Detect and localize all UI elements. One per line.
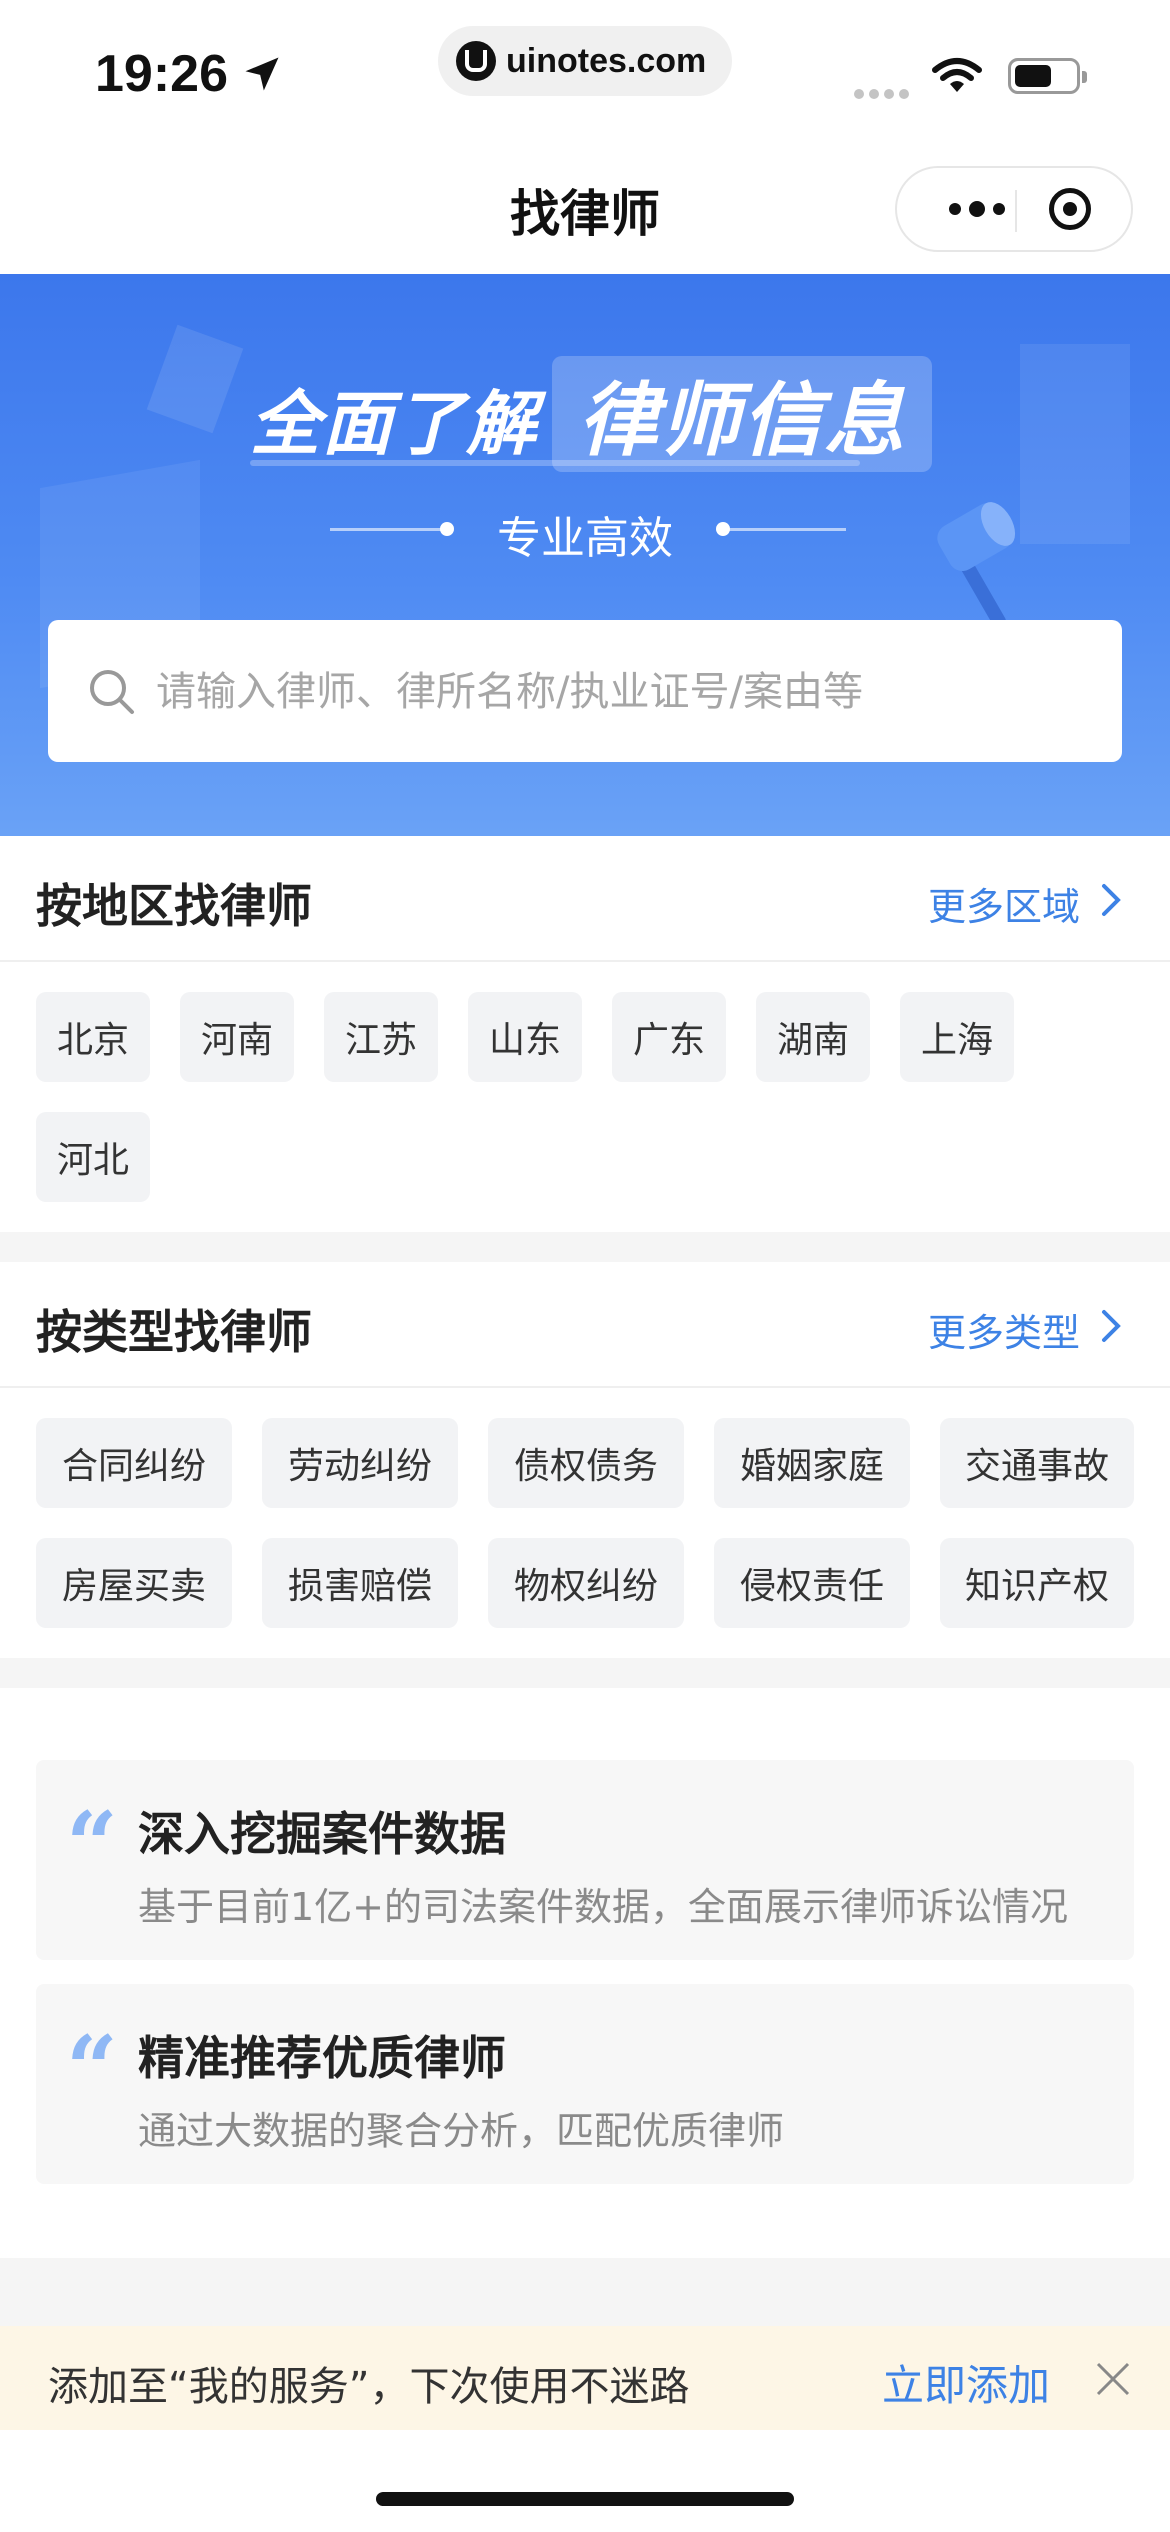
region-chip[interactable]: 河南: [180, 992, 294, 1082]
region-section-header: 按地区找律师 更多区域: [0, 836, 1170, 962]
feature-desc: 基于目前1亿+的司法案件数据，全面展示律师诉讼情况: [138, 1885, 1069, 1929]
feature-card: “ 精准推荐优质律师 通过大数据的聚合分析，匹配优质律师: [36, 1984, 1134, 2184]
banner-title-prefix: 全面了解: [250, 383, 538, 465]
url-text: uinotes.com: [506, 41, 707, 80]
nav-bar: 找律师: [0, 140, 1170, 274]
add-now-button[interactable]: 立即添加: [882, 2352, 1050, 2413]
type-chip[interactable]: 交通事故: [940, 1418, 1134, 1508]
region-chip[interactable]: 广东: [612, 992, 726, 1082]
search-input[interactable]: [154, 656, 1078, 728]
add-to-services-bar: 添加至“我的服务”，下次使用不迷路 立即添加: [0, 2326, 1170, 2430]
feature-title: 精准推荐优质律师: [138, 2031, 506, 2085]
close-icon[interactable]: [1094, 2360, 1132, 2398]
bottom-area: [0, 2430, 1170, 2532]
type-chip[interactable]: 知识产权: [940, 1538, 1134, 1628]
type-chip[interactable]: 房屋买卖: [36, 1538, 232, 1628]
banner-decoration: [146, 324, 244, 434]
status-bar: 19:26 uinotes.com: [0, 0, 1170, 140]
quote-icon: “: [66, 1792, 118, 1898]
type-section-title: 按类型找律师: [36, 1305, 312, 1359]
features-section: “ 深入挖掘案件数据 基于目前1亿+的司法案件数据，全面展示律师诉讼情况 “ 精…: [0, 1688, 1170, 2258]
close-target-icon[interactable]: [1049, 188, 1091, 230]
hero-banner: 全面了解 律师信息 专业高效: [0, 274, 1170, 836]
feature-desc: 通过大数据的聚合分析，匹配优质律师: [138, 2109, 785, 2153]
add-bar-text: 添加至“我的服务”，下次使用不迷路: [48, 2364, 690, 2410]
more-menu-icon[interactable]: [927, 168, 1027, 250]
feature-title: 深入挖掘案件数据: [138, 1807, 506, 1861]
type-section-header: 按类型找律师 更多类型: [0, 1262, 1170, 1388]
battery-icon: [1008, 58, 1087, 94]
feature-card: “ 深入挖掘案件数据 基于目前1亿+的司法案件数据，全面展示律师诉讼情况: [36, 1760, 1134, 1960]
region-chip[interactable]: 北京: [36, 992, 150, 1082]
type-chip[interactable]: 债权债务: [488, 1418, 684, 1508]
type-chip[interactable]: 物权纠纷: [488, 1538, 684, 1628]
home-indicator[interactable]: [376, 2492, 794, 2506]
site-logo-icon: [456, 41, 496, 81]
wifi-icon: [932, 58, 982, 92]
region-section-title: 按地区找律师: [36, 879, 312, 933]
chevron-right-icon[interactable]: [1096, 882, 1126, 918]
region-chip[interactable]: 湖南: [756, 992, 870, 1082]
type-chip[interactable]: 侵权责任: [714, 1538, 910, 1628]
cellular-signal-icon: [854, 84, 914, 103]
url-pill[interactable]: uinotes.com: [438, 26, 732, 96]
type-chip[interactable]: 合同纠纷: [36, 1418, 232, 1508]
more-types-link[interactable]: 更多类型: [928, 1302, 1080, 1357]
region-chip[interactable]: 山东: [468, 992, 582, 1082]
type-chip[interactable]: 劳动纠纷: [262, 1418, 458, 1508]
banner-title-highlight: 律师信息: [552, 356, 932, 472]
location-arrow-icon: [245, 57, 279, 91]
chevron-right-icon[interactable]: [1096, 1308, 1126, 1344]
region-chip[interactable]: 河北: [36, 1112, 150, 1202]
more-regions-link[interactable]: 更多区域: [928, 876, 1080, 931]
search-icon: [90, 670, 134, 714]
region-chip[interactable]: 上海: [900, 992, 1014, 1082]
region-section: 按地区找律师 更多区域 北京 河南 江苏 山东 广东 湖南 上海 河北: [0, 836, 1170, 1232]
quote-icon: “: [66, 2016, 118, 2122]
miniprogram-capsule: [895, 166, 1133, 252]
banner-title: 全面了解 律师信息: [250, 356, 932, 472]
clock: 19:26: [95, 45, 228, 103]
type-section: 按类型找律师 更多类型 合同纠纷 劳动纠纷 债权债务 婚姻家庭 交通事故 房屋买…: [0, 1262, 1170, 1658]
banner-underline: [250, 460, 860, 466]
type-chip[interactable]: 婚姻家庭: [714, 1418, 910, 1508]
capsule-divider: [1015, 190, 1017, 232]
type-chip[interactable]: 损害赔偿: [262, 1538, 458, 1628]
search-bar[interactable]: [48, 620, 1122, 762]
subtitle-line-right: [726, 528, 846, 531]
region-chip[interactable]: 江苏: [324, 992, 438, 1082]
